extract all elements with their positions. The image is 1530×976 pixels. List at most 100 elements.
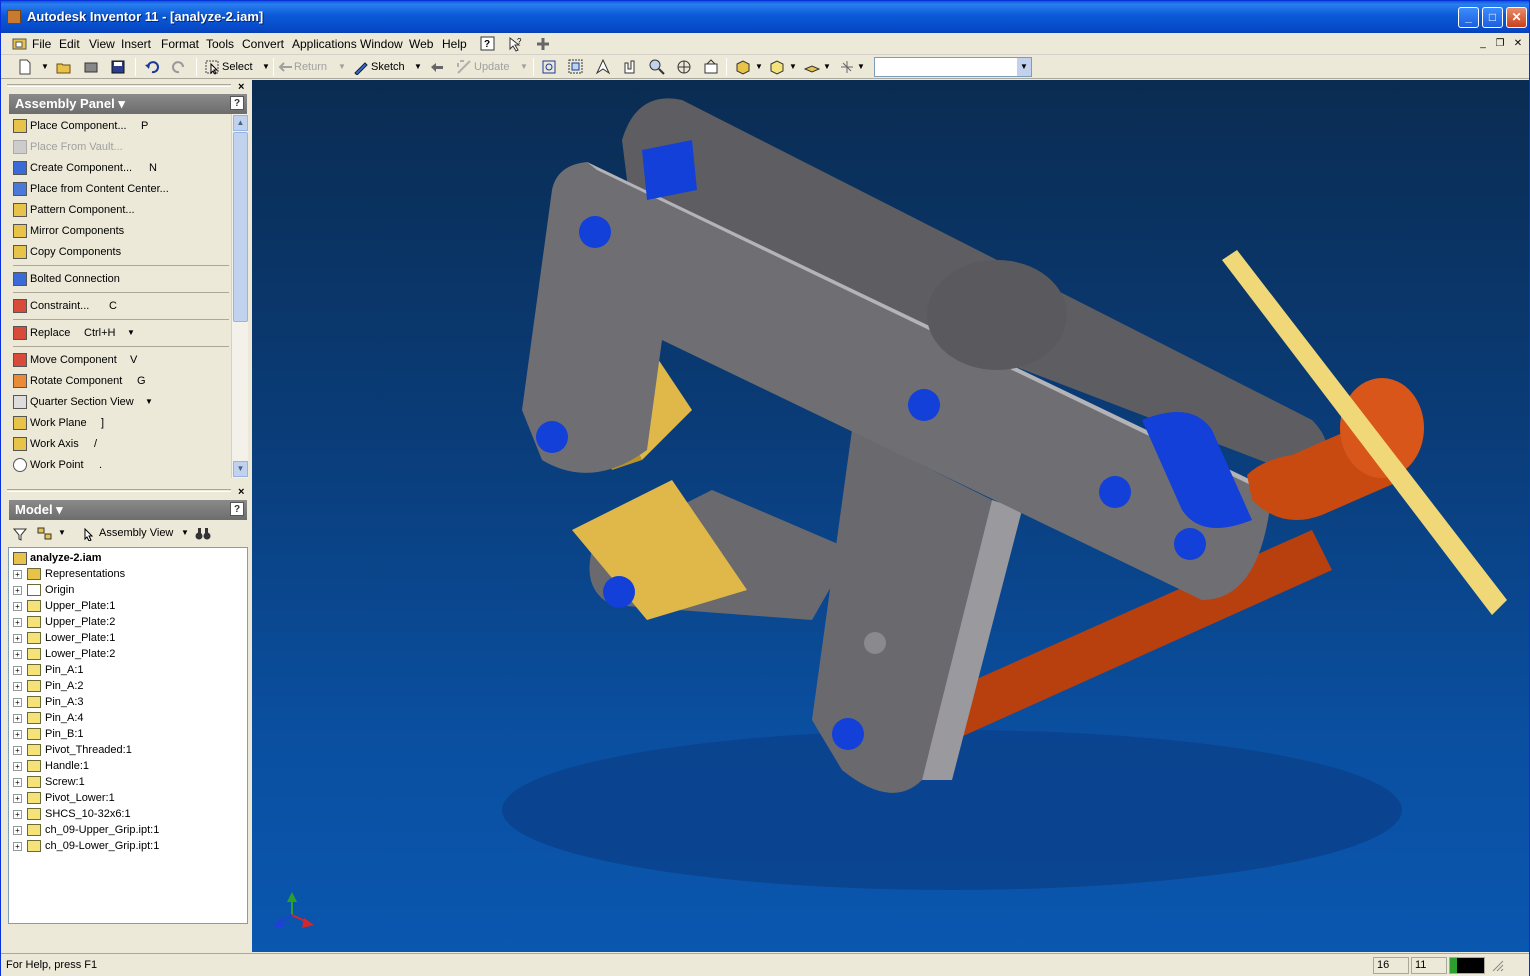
mirror-components-item[interactable]: Mirror Components [13,221,124,241]
project-icon[interactable] [83,59,99,75]
replace-item[interactable]: Replace Ctrl+H ▼ [13,323,135,343]
tree-root[interactable]: analyze-2.iam [13,550,102,566]
graphics-viewport[interactable] [252,80,1529,952]
constraint-item[interactable]: Constraint... C [13,296,117,316]
tree-node[interactable]: + Pin_A:4 [13,710,84,726]
tree-node[interactable]: + Pin_B:1 [13,726,84,742]
local-update-icon[interactable] [429,59,445,75]
title-bar[interactable]: Autodesk Inventor 11 - [analyze-2.iam] _… [1,1,1529,33]
document-icon[interactable] [12,37,28,51]
select-dropdown-icon[interactable]: ▼ [262,58,270,76]
model-close-icon[interactable]: × [238,486,244,498]
tree-node[interactable]: + Screw:1 [13,774,85,790]
maximize-button[interactable]: □ [1482,7,1503,28]
tree-node[interactable]: + Representations [13,566,125,582]
assembly-view-dropdown[interactable]: Assembly View [99,527,173,539]
close-button[interactable]: ✕ [1506,7,1527,28]
scroll-up-icon[interactable]: ▲ [233,115,248,131]
menu-tools[interactable]: Tools [206,37,234,51]
shadow-icon[interactable] [804,59,820,75]
scroll-thumb[interactable] [233,132,248,322]
move-component-item[interactable]: Move Component V [13,350,137,370]
mdi-restore-button[interactable]: ❐ [1492,37,1508,51]
tree-node[interactable]: + Upper_Plate:1 [13,598,115,614]
mdi-minimize-button[interactable]: _ [1475,37,1491,51]
zoom-window-icon[interactable] [568,59,584,75]
select-icon[interactable] [205,59,221,75]
tree-node[interactable]: + Lower_Plate:1 [13,630,115,646]
quarter-section-view-item[interactable]: Quarter Section View ▼ [13,392,153,412]
display-mode-icon[interactable] [735,59,751,75]
new-dropdown-icon[interactable]: ▼ [41,58,49,76]
place-content-center-item[interactable]: Place from Content Center... [13,179,169,199]
camera-view-dropdown-icon[interactable]: ▼ [789,58,797,76]
tree-node[interactable]: + Origin [13,582,74,598]
panel-grip-2[interactable] [7,489,231,492]
tree-node[interactable]: + SHCS_10-32x6:1 [13,806,131,822]
redo-icon[interactable] [171,59,187,75]
assembly-view-icon[interactable] [82,527,96,541]
menu-file[interactable]: File [32,37,51,51]
display-mode-dropdown-icon[interactable]: ▼ [755,58,763,76]
expand-all-icon[interactable] [37,527,53,541]
menu-edit[interactable]: Edit [59,37,80,51]
whats-this-icon[interactable]: ? [507,36,525,52]
view-dropdown-icon[interactable]: ▼ [181,528,189,537]
pattern-component-item[interactable]: Pattern Component... [13,200,135,220]
minimize-button[interactable]: _ [1458,7,1479,28]
pan-icon[interactable] [622,59,638,75]
sketch-dropdown-icon[interactable]: ▼ [414,58,422,76]
menu-insert[interactable]: Insert [121,37,151,51]
tree-node[interactable]: + Pin_A:3 [13,694,84,710]
sketch-icon[interactable] [353,59,369,75]
tree-node[interactable]: + Upper_Plate:2 [13,614,115,630]
shadow-dropdown-icon[interactable]: ▼ [823,58,831,76]
create-component-item[interactable]: Create Component... N [13,158,157,178]
app-icon[interactable] [7,10,21,24]
resize-grip-icon[interactable] [1490,958,1504,972]
panel-close-icon[interactable]: × [238,81,244,93]
style-combo[interactable]: ▼ [874,57,1032,77]
clamp-assembly-model[interactable] [252,80,1529,952]
tree-node[interactable]: + Pivot_Lower:1 [13,790,115,806]
menu-web[interactable]: Web [409,37,433,51]
zoom-all-icon[interactable] [541,59,557,75]
menu-applications[interactable]: Applications [292,37,357,51]
help-topics-icon[interactable]: ? [479,36,497,52]
copy-components-item[interactable]: Copy Components [13,242,121,262]
new-file-icon[interactable] [17,59,33,75]
work-axis-item[interactable]: Work Axis / [13,434,97,454]
assembly-panel-header[interactable]: Assembly Panel ▾ ? [9,94,247,114]
mdi-close-button[interactable]: ✕ [1510,37,1526,51]
save-icon[interactable] [110,59,126,75]
tree-node[interactable]: + Lower_Plate:2 [13,646,115,662]
undo-icon[interactable] [144,59,160,75]
sketch-button[interactable]: Sketch [371,58,405,76]
scroll-down-icon[interactable]: ▼ [233,461,248,477]
zoom-selected-icon[interactable] [649,59,665,75]
find-binoculars-icon[interactable] [195,526,211,542]
rotate-component-item[interactable]: Rotate Component G [13,371,146,391]
menu-format[interactable]: Format [161,37,199,51]
tree-node[interactable]: + Pin_A:1 [13,662,84,678]
expand-dropdown-icon[interactable]: ▼ [58,528,66,537]
tree-node[interactable]: + ch_09-Upper_Grip.ipt:1 [13,822,159,838]
degrees-of-freedom-icon[interactable] [839,59,855,75]
place-component-item[interactable]: Place Component... P [13,116,148,136]
select-button[interactable]: Select [222,58,253,76]
menu-help[interactable]: Help [442,37,467,51]
assembly-panel-scrollbar[interactable]: ▲ ▼ [231,114,248,478]
filter-icon[interactable] [13,527,27,541]
zoom-icon[interactable] [595,59,611,75]
style-combo-arrow-icon[interactable]: ▼ [1017,58,1031,76]
menu-view[interactable]: View [89,37,115,51]
rotate-icon[interactable] [676,59,692,75]
tree-node[interactable]: + ch_09-Lower_Grip.ipt:1 [13,838,159,854]
tree-node[interactable]: + Handle:1 [13,758,89,774]
model-browser-tree[interactable]: analyze-2.iam + Representations + Origin +… [8,547,248,924]
panel-grip[interactable] [7,84,231,87]
tree-node[interactable]: + Pivot_Threaded:1 [13,742,132,758]
menu-convert[interactable]: Convert [242,37,284,51]
bolted-connection-item[interactable]: Bolted Connection [13,269,120,289]
dof-dropdown-icon[interactable]: ▼ [857,58,865,76]
